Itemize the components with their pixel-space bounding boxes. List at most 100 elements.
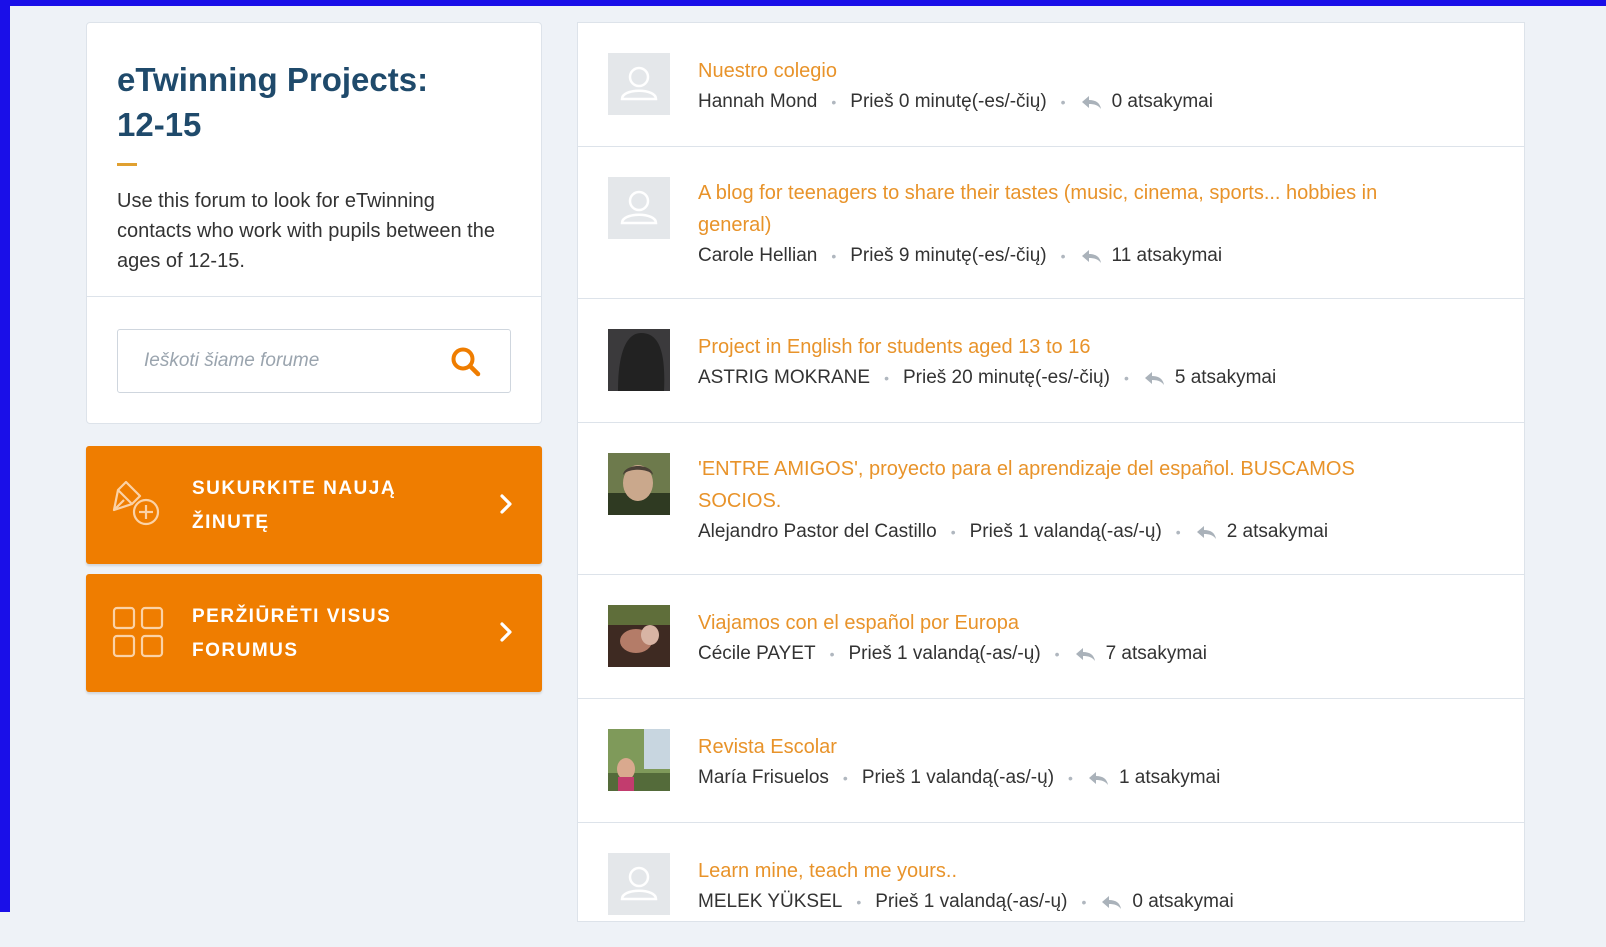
thread-body: A blog for teenagers to share their tast… [698, 177, 1398, 269]
user-placeholder-icon [608, 853, 670, 915]
user-placeholder-icon [608, 53, 670, 115]
thread-author[interactable]: MELEK YÜKSEL [698, 889, 842, 915]
thread-row: Project in English for students aged 13 … [578, 299, 1524, 423]
thread-title-link[interactable]: Nuestro colegio [698, 55, 1398, 87]
meta-separator: • [1175, 524, 1181, 540]
thread-time: Prieš 1 valandą(-as/-ų) [848, 643, 1041, 664]
thread-author[interactable]: ASTRIG MOKRANE [698, 365, 870, 391]
chevron-right-icon [500, 622, 512, 642]
search-icon[interactable] [450, 346, 482, 378]
create-label-line1: SUKURKITE NAUJĄ [192, 478, 397, 499]
forum-description: Use this forum to look for eTwinning con… [117, 190, 495, 272]
forum-info-card: eTwinning Projects: 12-15 Use this forum… [86, 22, 542, 424]
view-all-forums-label: PERŽIŪRĖTI VISUS FORUMUS [192, 600, 432, 668]
thread-row: Nuestro colegio Hannah Mond • Prieš 0 mi… [578, 23, 1524, 147]
meta-separator: • [1060, 248, 1066, 264]
thread-replies: 2 atsakymai [1226, 521, 1329, 542]
meta-separator: • [856, 894, 862, 910]
meta-separator: • [831, 248, 837, 264]
thread-replies: 11 atsakymai [1111, 245, 1223, 266]
thread-meta: Carole Hellian • Prieš 9 minutę(-es/-čių… [698, 243, 1398, 269]
thread-time: Prieš 1 valandą(-as/-ų) [861, 767, 1055, 788]
thread-author[interactable]: Carole Hellian [698, 243, 817, 269]
forums-label-line2: FORUMUS [192, 640, 299, 661]
default-avatar[interactable] [608, 177, 670, 239]
thread-body: Revista Escolar María Frisuelos • Prieš … [698, 731, 1398, 791]
search-box [117, 329, 511, 393]
thread-body: Learn mine, teach me yours.. MELEK YÜKSE… [698, 855, 1398, 915]
page-title: eTwinning Projects: 12-15 [117, 57, 511, 147]
meta-separator: • [842, 770, 848, 786]
thread-list: Nuestro colegio Hannah Mond • Prieš 0 mi… [577, 22, 1525, 922]
reply-icon [1088, 772, 1108, 785]
thread-time: Prieš 9 minutę(-es/-čių) [850, 245, 1047, 266]
thread-title-link[interactable]: A blog for teenagers to share their tast… [698, 177, 1398, 241]
user-placeholder-icon [608, 177, 670, 239]
thread-meta: Cécile PAYET • Prieš 1 valandą(-as/-ų) •… [698, 641, 1398, 667]
user-photo [608, 729, 670, 791]
photo-avatar[interactable] [608, 605, 670, 667]
thread-replies: 0 atsakymai [1111, 91, 1213, 112]
meta-separator: • [1123, 370, 1129, 386]
forums-label-line1: PERŽIŪRĖTI VISUS [192, 606, 392, 627]
thread-replies: 0 atsakymai [1132, 891, 1234, 912]
create-new-post-label: SUKURKITE NAUJĄ ŽINUTĘ [192, 472, 432, 540]
thread-title-link[interactable]: Project in English for students aged 13 … [698, 331, 1398, 363]
search-input[interactable] [142, 330, 466, 392]
meta-separator: • [950, 524, 956, 540]
thread-meta: ASTRIG MOKRANE • Prieš 20 minutę(-es/-či… [698, 365, 1398, 391]
meta-separator: • [1081, 894, 1087, 910]
reply-icon [1081, 96, 1101, 109]
user-photo [608, 453, 670, 515]
page-title-line1: eTwinning Projects: [117, 61, 429, 98]
thread-body: 'ENTRE AMIGOS', proyecto para el aprendi… [698, 453, 1398, 545]
page-title-line2: 12-15 [117, 106, 202, 143]
thread-row: A blog for teenagers to share their tast… [578, 147, 1524, 299]
photo-avatar[interactable] [608, 329, 670, 391]
photo-avatar[interactable] [608, 729, 670, 791]
default-avatar[interactable] [608, 853, 670, 915]
create-label-line2: ŽINUTĘ [192, 512, 270, 533]
thread-title-link[interactable]: 'ENTRE AMIGOS', proyecto para el aprendi… [698, 453, 1398, 517]
thread-replies: 1 atsakymai [1118, 767, 1221, 788]
thread-time: Prieš 20 minutę(-es/-čių) [902, 367, 1110, 388]
thread-time: Prieš 1 valandą(-as/-ų) [969, 521, 1162, 542]
thread-body: Nuestro colegio Hannah Mond • Prieš 0 mi… [698, 55, 1398, 115]
new-post-icon [112, 480, 160, 526]
thread-row: Viajamos con el español por Europa Cécil… [578, 575, 1524, 699]
thread-row: 'ENTRE AMIGOS', proyecto para el aprendi… [578, 423, 1524, 575]
default-avatar[interactable] [608, 53, 670, 115]
photo-avatar[interactable] [608, 453, 670, 515]
reply-icon [1081, 250, 1101, 263]
thread-author[interactable]: Hannah Mond [698, 89, 817, 115]
forum-info-header: eTwinning Projects: 12-15 Use this forum… [87, 23, 541, 297]
thread-meta: Hannah Mond • Prieš 0 minutę(-es/-čių) •… [698, 89, 1398, 115]
thread-author[interactable]: María Frisuelos [698, 765, 829, 791]
meta-separator: • [884, 370, 889, 386]
thread-row: Revista Escolar María Frisuelos • Prieš … [578, 699, 1524, 823]
thread-body: Project in English for students aged 13 … [698, 331, 1398, 391]
view-all-forums-button[interactable]: PERŽIŪRĖTI VISUS FORUMUS [86, 574, 542, 692]
create-new-post-button[interactable]: SUKURKITE NAUJĄ ŽINUTĘ [86, 446, 542, 564]
meta-separator: • [831, 94, 837, 110]
thread-meta: Alejandro Pastor del Castillo • Prieš 1 … [698, 519, 1398, 545]
thread-title-link[interactable]: Learn mine, teach me yours.. [698, 855, 1398, 887]
thread-time: Prieš 0 minutę(-es/-čių) [850, 91, 1047, 112]
thread-meta: María Frisuelos • Prieš 1 valandą(-as/-ų… [698, 765, 1398, 791]
thread-title-link[interactable]: Viajamos con el español por Europa [698, 607, 1398, 639]
thread-replies: 7 atsakymai [1105, 643, 1207, 664]
chevron-right-icon [500, 494, 512, 514]
user-photo [608, 329, 670, 391]
meta-separator: • [1068, 770, 1073, 786]
reply-icon [1196, 526, 1216, 539]
thread-row: Learn mine, teach me yours.. MELEK YÜKSE… [578, 823, 1524, 947]
meta-separator: • [1054, 646, 1060, 662]
user-photo [608, 605, 670, 667]
reply-icon [1102, 896, 1122, 909]
thread-author[interactable]: Cécile PAYET [698, 641, 816, 667]
thread-author[interactable]: Alejandro Pastor del Castillo [698, 519, 937, 545]
reply-icon [1075, 648, 1095, 661]
search-section [87, 297, 541, 425]
thread-title-link[interactable]: Revista Escolar [698, 731, 1398, 763]
thread-meta: MELEK YÜKSEL • Prieš 1 valandą(-as/-ų) •… [698, 889, 1398, 915]
